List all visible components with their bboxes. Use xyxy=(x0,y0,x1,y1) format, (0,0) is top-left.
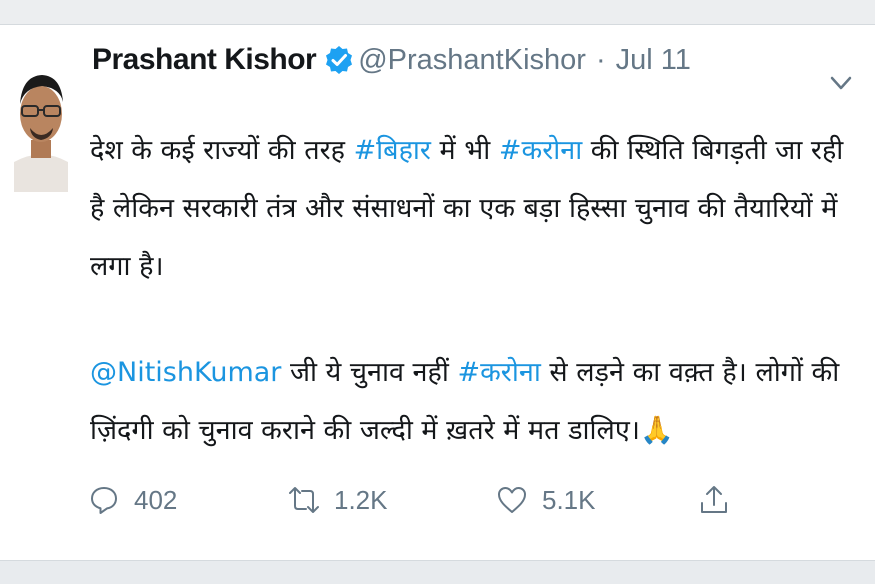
share-button[interactable] xyxy=(698,470,730,530)
tweet-paragraph-2: @NitishKumar जी ये चुनाव नहीं #करोना से … xyxy=(90,344,850,460)
folded-hands-emoji: 🙏 xyxy=(639,415,674,446)
retweet-count: 1.2K xyxy=(334,484,388,515)
body-text: में भी xyxy=(430,135,499,166)
like-icon xyxy=(498,487,526,513)
like-count: 5.1K xyxy=(542,484,596,515)
avatar[interactable] xyxy=(8,42,74,192)
like-button[interactable]: 5.1K xyxy=(496,470,596,530)
chevron-down-icon[interactable] xyxy=(826,68,856,98)
retweet-button[interactable]: 1.2K xyxy=(288,470,388,530)
tweet-body: देश के कई राज्यों की तरह #बिहार में भी #… xyxy=(90,122,850,460)
mention-nitishkumar-link[interactable]: @NitishKumar xyxy=(90,357,281,388)
avatar-image xyxy=(8,42,74,192)
hashtag-bihar-link[interactable]: #बिहार xyxy=(354,135,431,166)
reply-count: 402 xyxy=(134,484,178,515)
tweet-date[interactable]: Jul 11 xyxy=(616,44,691,77)
tweet-paragraph-1: देश के कई राज्यों की तरह #बिहार में भी #… xyxy=(90,122,850,296)
reply-icon xyxy=(91,487,117,514)
body-text: जी ये चुनाव नहीं xyxy=(281,357,458,388)
reply-button[interactable]: 402 xyxy=(88,470,177,530)
top-bar xyxy=(0,0,875,25)
header-separator: · xyxy=(595,43,606,76)
verified-badge-icon xyxy=(324,45,354,75)
body-text: देश के कई राज्यों की तरह xyxy=(90,135,354,166)
retweet-icon xyxy=(289,487,319,513)
tweet-actions: 402 1.2K 5.1K xyxy=(88,470,788,530)
author-display-name[interactable]: Prashant Kishor xyxy=(92,43,317,77)
hashtag-corona-link[interactable]: #करोना xyxy=(457,357,540,388)
author-handle[interactable]: @PrashantKishor xyxy=(358,44,586,77)
share-icon xyxy=(701,486,727,513)
tweet-header: Prashant Kishor @PrashantKishor · Jul 11 xyxy=(92,40,691,80)
hashtag-corona-link[interactable]: #करोना xyxy=(499,135,582,166)
bottom-bar xyxy=(0,560,875,584)
